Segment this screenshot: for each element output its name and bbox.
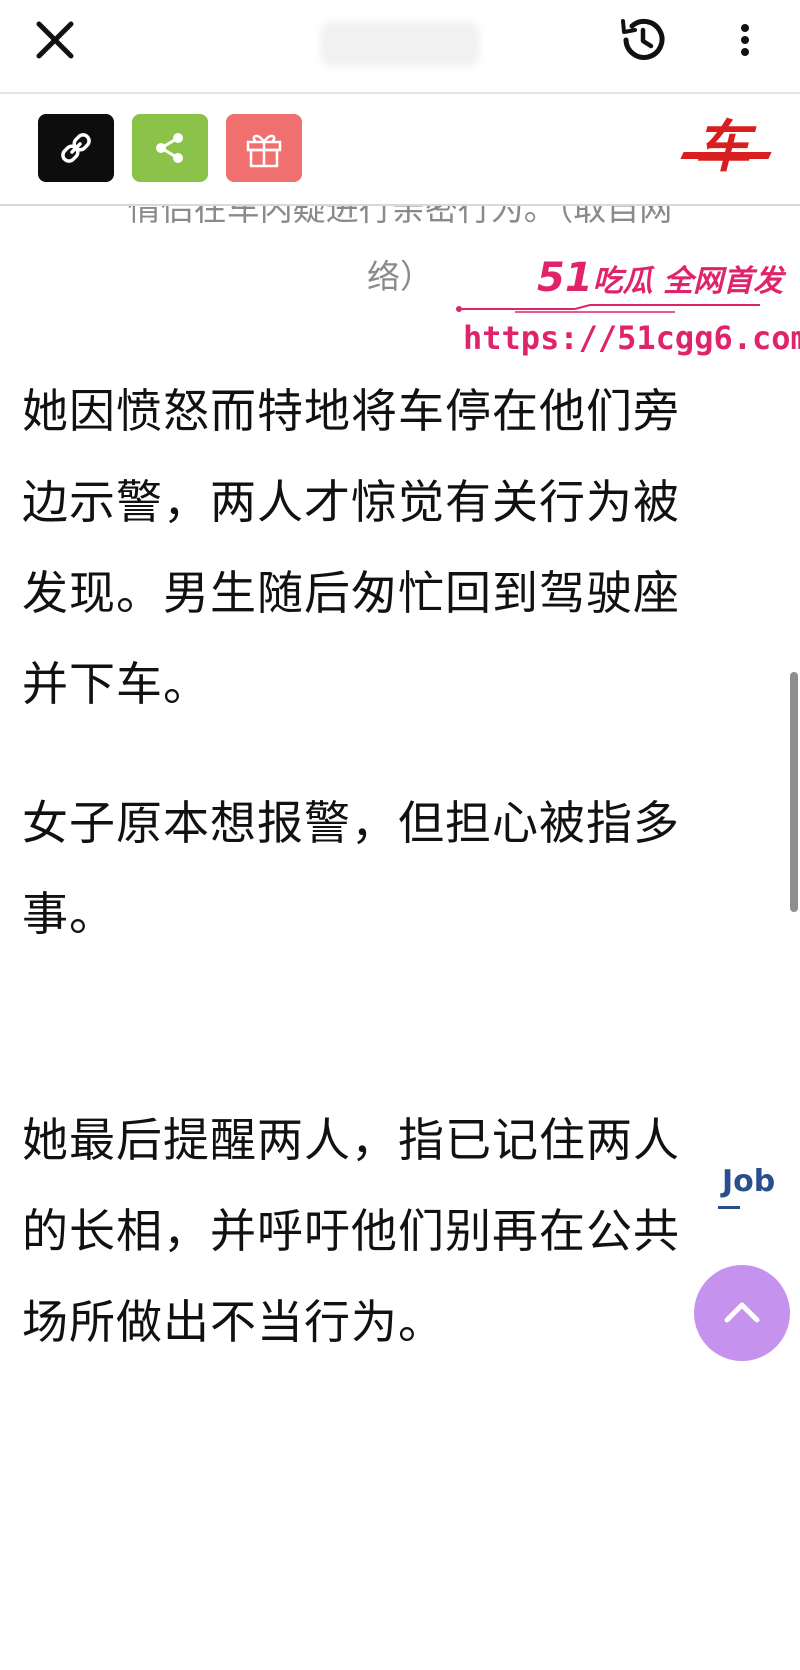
paragraph-1: 她因愤怒而特地将车停在他们旁 边示警，两人才惊觉有关行为被 发现。男生随后匆忙回… — [22, 366, 782, 730]
history-button[interactable] — [612, 10, 672, 70]
paragraph-line: 边示警，两人才惊觉有关行为被 — [22, 475, 680, 529]
logo-text: 车 — [694, 114, 750, 180]
watermark-url: https://51cgg6.com — [463, 319, 800, 357]
page-scrollbar[interactable] — [790, 672, 798, 912]
close-icon — [36, 21, 74, 59]
page-url-blurred — [320, 22, 480, 66]
paragraph-line: 她因愤怒而特地将车停在他们旁 — [22, 384, 680, 438]
more-vertical-icon — [741, 24, 749, 56]
watermark-number: 51 — [537, 255, 593, 301]
paragraph-3: 她最后提醒两人，指已记住两人 的长相，并呼吁他们别再在公共 场所做出不当行为。 — [22, 1095, 782, 1368]
paragraph-line: 并下车。 — [22, 657, 210, 711]
top-app-bar — [0, 0, 800, 94]
paragraph-2: 女子原本想报警，但担心被指多 事。 — [22, 778, 782, 960]
link-icon — [61, 133, 91, 163]
watermark-tagline: 吃瓜 全网首发 — [592, 264, 784, 299]
paragraph-line: 事。 — [22, 887, 116, 941]
gift-button[interactable] — [226, 114, 302, 182]
paragraph-line: 场所做出不当行为。 — [22, 1295, 445, 1349]
history-icon — [621, 18, 665, 60]
watermark-circuit-line — [456, 304, 760, 313]
job-label-underline — [718, 1206, 740, 1215]
job-label[interactable]: Job — [722, 1164, 775, 1199]
close-button[interactable] — [25, 10, 85, 70]
gift-icon — [246, 134, 282, 168]
paragraph-line: 女子原本想报警，但担心被指多 — [22, 796, 680, 850]
watermark-title: 51吃瓜 全网首发 — [537, 256, 783, 304]
share-button[interactable] — [132, 114, 208, 182]
share-icon — [156, 133, 183, 163]
site-logo[interactable]: 车 — [680, 112, 782, 182]
copy-link-button[interactable] — [38, 114, 114, 182]
article-action-toolbar: 车 — [0, 94, 800, 206]
back-to-top-button[interactable] — [694, 1265, 790, 1361]
paragraph-line: 她最后提醒两人，指已记住两人 — [22, 1113, 680, 1167]
paragraph-line: 的长相，并呼吁他们别再在公共 — [22, 1204, 680, 1258]
paragraph-line: 发现。男生随后匆忙回到驾驶座 — [22, 566, 680, 620]
site-watermark: 51吃瓜 全网首发 https://51cgg6.com — [455, 256, 800, 366]
chevron-up-icon — [724, 1302, 760, 1323]
more-options-button[interactable] — [720, 10, 770, 70]
article: 情侣在车内疑进行亲密行为。（取自网 络） 她因愤怒而特地将车停在他们旁 边示警，… — [0, 0, 800, 1670]
